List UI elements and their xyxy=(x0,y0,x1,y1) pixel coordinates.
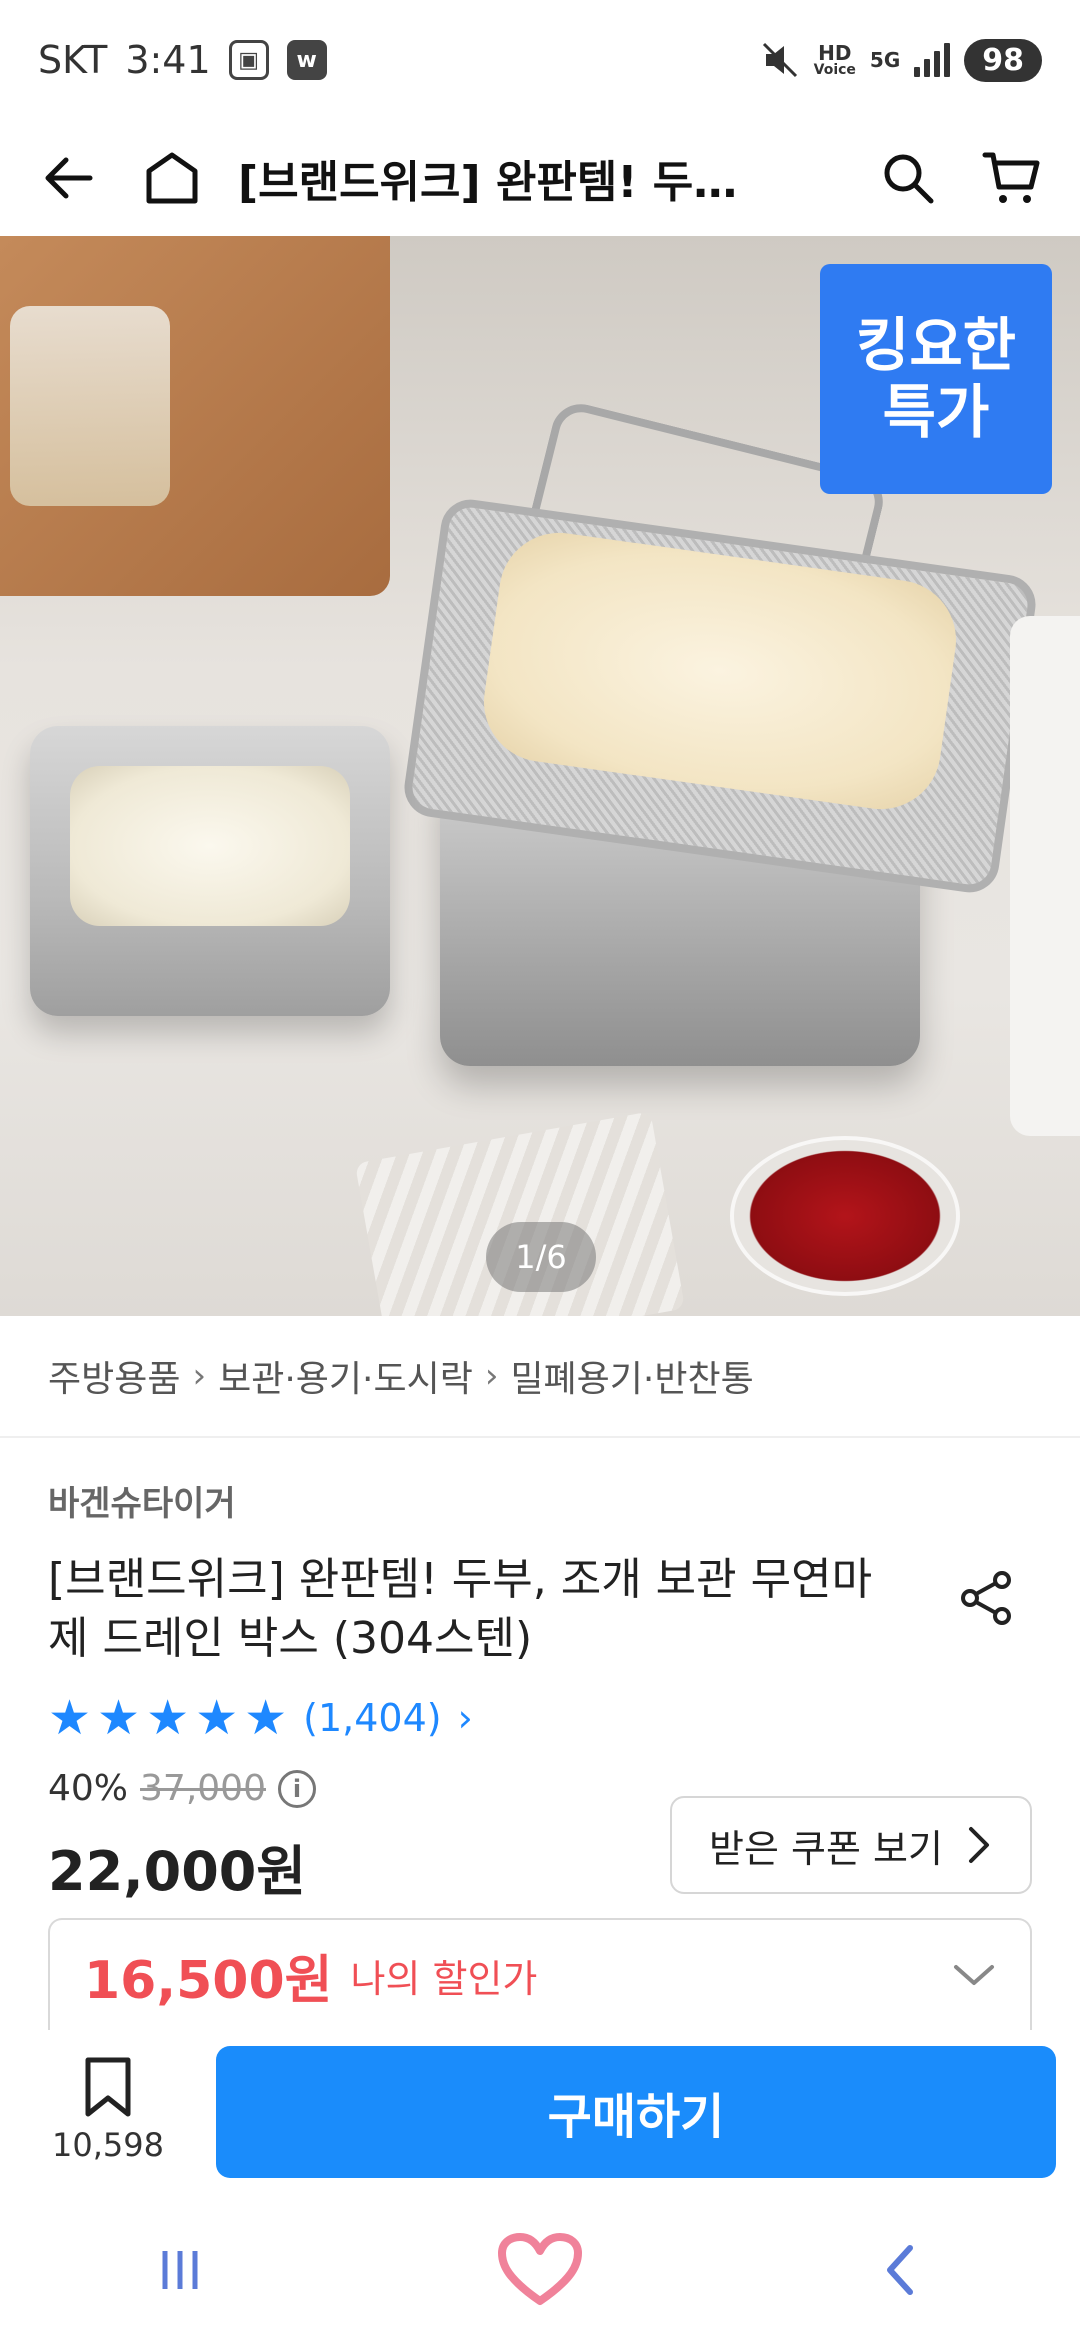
buy-button[interactable]: 구매하기 xyxy=(216,2046,1056,2178)
network-5g-indicator: 5G xyxy=(869,48,901,72)
purchase-bar: 10,598 구매하기 xyxy=(0,2030,1080,2200)
product-image-carousel[interactable]: 킹요한 특가 xyxy=(0,236,1080,1316)
share-button[interactable] xyxy=(948,1560,1024,1636)
app-bar: [브랜드위크] 완판템! 두… xyxy=(0,120,1080,236)
my-discount-label: 나의 할인가 xyxy=(350,1956,538,2001)
breadcrumb-item[interactable]: 밀폐용기·반찬통 xyxy=(510,1350,753,1402)
status-bar: SKT 3:41 ▣ w HD Voice 5G 98 xyxy=(0,0,1080,120)
status-right: HD Voice 5G 98 xyxy=(760,38,1042,82)
chevron-right-icon: › xyxy=(192,1356,207,1396)
battery-indicator: 98 xyxy=(964,38,1042,82)
image-jar xyxy=(10,306,170,506)
sale-price: 22,000원 xyxy=(48,1840,307,1903)
brand-name[interactable]: 바겐슈타이거 xyxy=(48,1476,236,1525)
page-title: [브랜드위크] 완판템! 두… xyxy=(238,157,738,208)
chevron-right-icon xyxy=(968,1827,989,1863)
product-title: [브랜드위크] 완판템! 두부, 조개 보관 무연마제 드레인 박스 (304스… xyxy=(48,1554,873,1665)
wishlist-count: 10,598 xyxy=(52,2126,164,2164)
home-icon xyxy=(146,152,198,204)
home-nav-button[interactable] xyxy=(480,2220,600,2320)
star-icon: ★ xyxy=(244,1690,288,1746)
rating-row[interactable]: ★ ★ ★ ★ ★ (1,404) › xyxy=(48,1694,473,1742)
star-icon: ★ xyxy=(195,1690,239,1746)
image-onion xyxy=(70,766,350,926)
info-icon[interactable]: i xyxy=(277,1769,316,1808)
back-chevron-icon xyxy=(887,2245,913,2295)
special-price-badge: 킹요한 특가 xyxy=(820,264,1052,494)
cart-icon xyxy=(982,152,1040,203)
wishlist-button[interactable]: 10,598 xyxy=(50,2056,166,2164)
review-count[interactable]: (1,404) xyxy=(303,1696,441,1740)
coupon-button-label: 받은 쿠폰 보기 xyxy=(709,1826,943,1871)
star-icon: ★ xyxy=(97,1690,141,1746)
image-pager: 1/6 xyxy=(486,1222,596,1292)
breadcrumb: 주방용품 › 보관·용기·도시락 › 밀폐용기·반찬통 xyxy=(48,1346,754,1406)
image-sauce-bowl xyxy=(730,1136,960,1296)
heart-icon xyxy=(498,2233,582,2305)
mute-icon xyxy=(762,42,797,78)
bookmark-icon xyxy=(85,2057,131,2117)
image-appliance xyxy=(1010,616,1080,1136)
star-icon: ★ xyxy=(48,1690,92,1746)
recent-apps-button[interactable] xyxy=(120,2220,240,2320)
recent-apps-icon xyxy=(162,2251,198,2289)
signal-icon xyxy=(914,43,951,77)
price-area: 40% 37,000 i 22,000원 xyxy=(48,1768,316,1906)
search-button[interactable] xyxy=(870,140,946,216)
clock: 3:41 xyxy=(125,38,211,82)
back-arrow-icon xyxy=(45,157,93,199)
chevron-right-icon: › xyxy=(457,1696,473,1740)
back-nav-button[interactable] xyxy=(840,2220,960,2320)
share-icon xyxy=(961,1571,1011,1625)
chevron-right-icon: › xyxy=(484,1356,499,1396)
carrier-label: SKT xyxy=(38,38,108,82)
app-w-icon: w xyxy=(286,40,327,80)
search-icon xyxy=(884,154,934,204)
screenshot-icon: ▣ xyxy=(228,40,269,80)
cart-button[interactable] xyxy=(974,140,1050,216)
back-button[interactable] xyxy=(30,140,106,216)
chevron-down-icon xyxy=(954,1965,994,1985)
my-discount-price-panel[interactable]: 16,500원 나의 할인가 xyxy=(48,1918,1032,2030)
divider xyxy=(0,1436,1080,1438)
original-price: 37,000 xyxy=(140,1768,266,1809)
system-nav-bar xyxy=(0,2200,1080,2340)
coupon-button[interactable]: 받은 쿠폰 보기 xyxy=(670,1796,1032,1894)
breadcrumb-item[interactable]: 주방용품 xyxy=(48,1350,180,1402)
home-button[interactable] xyxy=(134,140,210,216)
my-discount-price: 16,500원 xyxy=(84,1950,333,2011)
hd-voice-indicator: HD Voice xyxy=(813,41,856,78)
breadcrumb-item[interactable]: 보관·용기·도시락 xyxy=(218,1350,473,1402)
star-icon: ★ xyxy=(146,1690,190,1746)
discount-percent: 40% xyxy=(48,1768,129,1809)
status-left: SKT 3:41 ▣ w xyxy=(38,38,327,82)
